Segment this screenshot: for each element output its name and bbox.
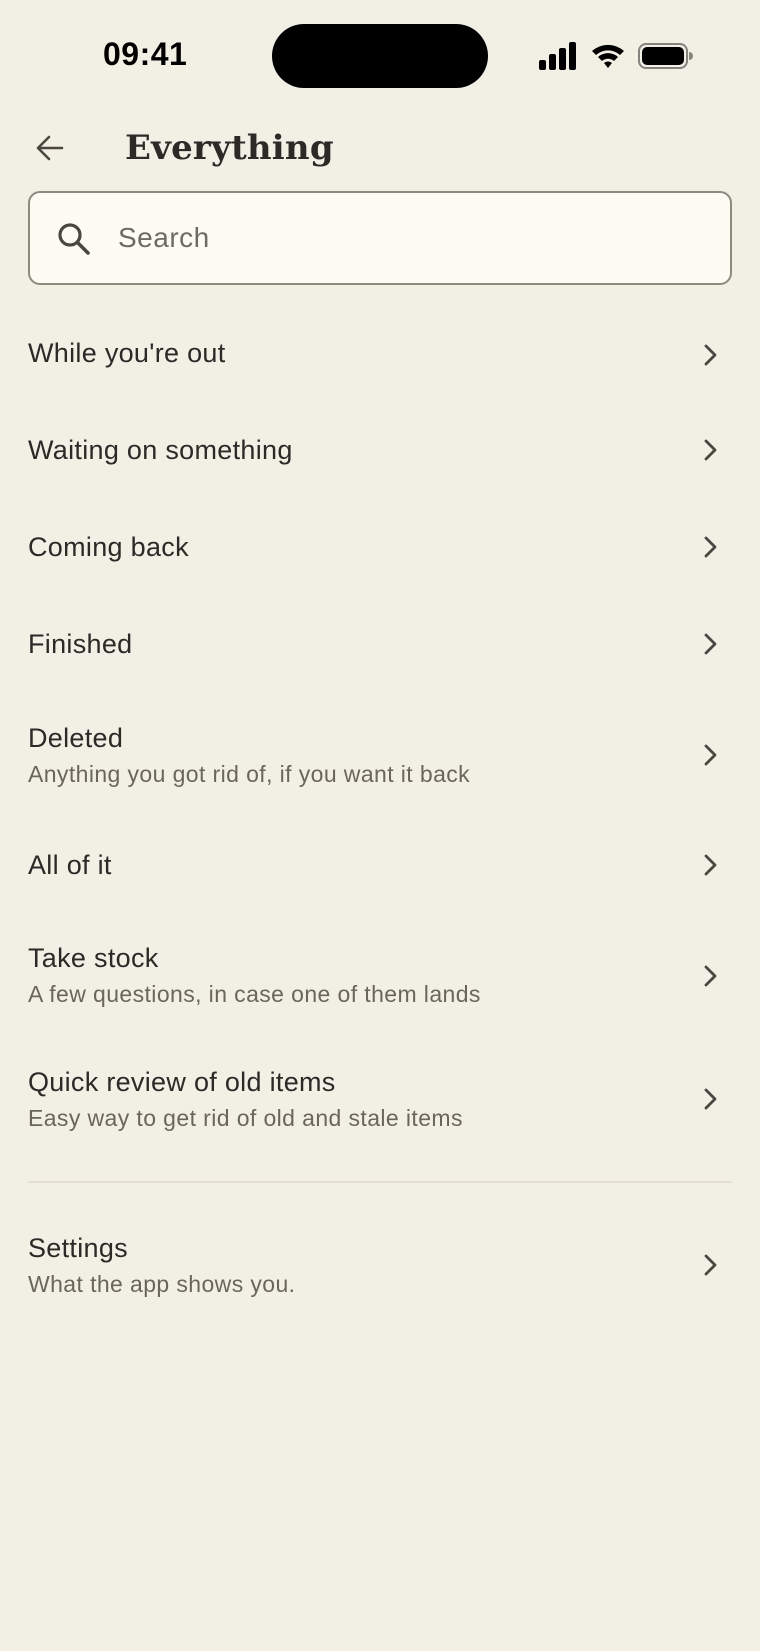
- status-time: 09:41: [103, 36, 188, 72]
- menu-item-deleted[interactable]: Deleted Anything you got rid of, if you …: [0, 706, 760, 810]
- wifi-icon: [592, 44, 624, 68]
- menu-item-while-youre-out[interactable]: While you're out: [0, 310, 760, 400]
- menu-item-label: Settings: [28, 1233, 128, 1263]
- menu-item-label: Take stock: [28, 943, 159, 973]
- menu-item-finished[interactable]: Finished: [0, 598, 760, 688]
- menu-item-coming-back[interactable]: Coming back: [0, 502, 760, 592]
- chevron-right-icon: [704, 1254, 717, 1276]
- chevron-right-icon: [704, 744, 717, 766]
- status-bar: 09:41: [0, 0, 760, 110]
- menu-item-settings[interactable]: Settings What the app shows you.: [0, 1216, 760, 1320]
- menu-item-sublabel: Easy way to get rid of old and stale ite…: [28, 1105, 463, 1131]
- menu-item-sublabel: What the app shows you.: [28, 1271, 296, 1297]
- menu-item-quick-review[interactable]: Quick review of old items Easy way to ge…: [0, 1050, 760, 1154]
- battery-icon: [638, 43, 693, 69]
- chevron-right-icon: [704, 633, 717, 655]
- menu-item-label: Waiting on something: [28, 435, 293, 465]
- cellular-signal-icon: [539, 42, 576, 70]
- page-title: Everything: [125, 128, 334, 168]
- menu-item-label: Coming back: [28, 532, 189, 562]
- divider: [28, 1181, 732, 1183]
- arrow-left-icon: [36, 135, 64, 161]
- chevron-right-icon: [704, 344, 717, 366]
- chevron-right-icon: [704, 1088, 717, 1110]
- chevron-right-icon: [704, 965, 717, 987]
- menu-item-label: Deleted: [28, 723, 124, 753]
- menu-item-label: Finished: [28, 629, 133, 659]
- header: Everything: [0, 110, 760, 190]
- search-icon: [58, 223, 90, 255]
- chevron-right-icon: [704, 439, 717, 461]
- dynamic-island: [272, 24, 488, 88]
- back-button[interactable]: [28, 126, 72, 170]
- chevron-right-icon: [704, 536, 717, 558]
- menu-item-label: While you're out: [28, 338, 226, 368]
- menu-item-sublabel: Anything you got rid of, if you want it …: [28, 761, 471, 787]
- chevron-right-icon: [704, 854, 717, 876]
- menu-item-label: All of it: [28, 850, 112, 880]
- menu-item-label: Quick review of old items: [28, 1067, 336, 1097]
- menu-item-all-of-it[interactable]: All of it: [0, 820, 760, 910]
- menu-item-take-stock[interactable]: Take stock A few questions, in case one …: [0, 926, 760, 1030]
- search-box[interactable]: [28, 191, 732, 285]
- search-input[interactable]: [118, 193, 718, 283]
- menu-item-sublabel: A few questions, in case one of them lan…: [28, 981, 481, 1007]
- status-icons: [538, 40, 694, 72]
- menu-item-waiting-on-something[interactable]: Waiting on something: [0, 405, 760, 495]
